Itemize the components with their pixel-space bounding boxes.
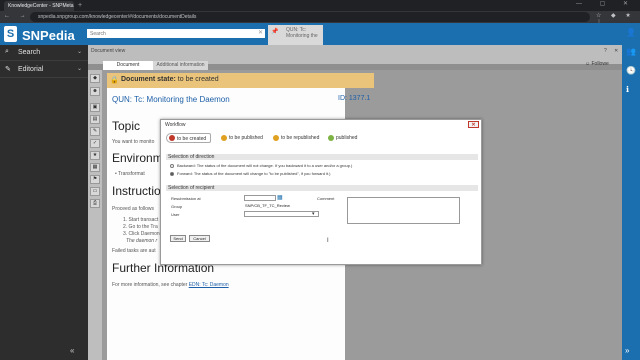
- logo-icon: S: [4, 26, 17, 42]
- paragraph-topic: You want to monito: [112, 139, 155, 145]
- info-icon[interactable]: ℹ: [626, 85, 629, 94]
- send-button[interactable]: Send: [170, 235, 186, 242]
- document-id: ID: 1377.1: [338, 95, 371, 102]
- browser-tab-bar: [0, 0, 640, 11]
- document-view-controls[interactable]: ? ✕: [604, 48, 621, 54]
- sidebar-item-label: Editorial: [18, 66, 44, 73]
- workflow-step-to-be-published: to be published: [229, 133, 263, 143]
- sidebar-item-editorial[interactable]: ✎ Editorial ⌄: [0, 62, 88, 78]
- pencil-icon: ✎: [5, 66, 11, 73]
- status-dot-icon: [273, 135, 279, 141]
- star-icon[interactable]: ★: [90, 151, 100, 160]
- backward-label: Backward: The status of the document wil…: [177, 163, 353, 168]
- sidebar-item-search[interactable]: ⌕ Search ⌄: [0, 45, 88, 61]
- status-dot-icon: [169, 135, 175, 141]
- right-rail: [622, 45, 640, 360]
- edit-icon[interactable]: ✎: [90, 127, 100, 136]
- sidebar: [0, 45, 88, 360]
- daemon-link[interactable]: EDN: Tc: Daemon: [189, 282, 229, 288]
- pin-icon[interactable]: 📌: [271, 28, 278, 35]
- group-label: Group: [171, 204, 183, 209]
- sidebar-item-label: Search: [18, 49, 41, 56]
- status-dot-icon: [328, 135, 334, 141]
- document-state-value: to be created: [177, 76, 219, 83]
- resubmission-label: Resubmission at: [171, 196, 201, 201]
- window-controls[interactable]: — ▢ ✕: [576, 0, 636, 7]
- follow-button[interactable]: ☺ Followe: [585, 61, 609, 67]
- chevron-down-icon: ⌄: [76, 49, 82, 55]
- mouse-cursor-icon: I: [327, 238, 329, 244]
- collapse-right-rail-icon[interactable]: »: [625, 346, 629, 355]
- tool-icon[interactable]: ▭: [90, 187, 100, 196]
- search-icon: ⌕: [5, 48, 9, 55]
- document-state-label: Document state:: [121, 76, 176, 83]
- url-field[interactable]: snpedia.snpgroup.com/knowledgecenter/#/d…: [30, 12, 590, 22]
- browser-tab[interactable]: KnowledgeCenter - SNPMeta X: [4, 1, 74, 11]
- document-tab-label: QUN: Tc: Monitoring the: [286, 27, 318, 39]
- heading-topic: Topic: [112, 119, 141, 133]
- radio-backward[interactable]: [170, 164, 174, 168]
- search-clear-icon[interactable]: ✕: [258, 29, 263, 36]
- radio-forward[interactable]: [170, 172, 174, 176]
- new-tab-button[interactable]: +: [78, 1, 82, 10]
- forward-label: Forward: The status of the document will…: [177, 171, 331, 176]
- tool-icon[interactable]: ▤: [90, 115, 100, 124]
- tool-icon[interactable]: ◆: [90, 74, 100, 83]
- print-icon[interactable]: ⎙: [90, 199, 100, 208]
- comment-label: Comment: [317, 196, 335, 201]
- step-label: to be created: [177, 136, 207, 142]
- workflow-step-published: published: [336, 133, 357, 143]
- step-label: to be republished: [281, 135, 320, 141]
- chevron-down-icon[interactable]: ▾: [312, 211, 315, 217]
- tool-icon[interactable]: ▣: [90, 103, 100, 112]
- check-icon[interactable]: ✓: [90, 139, 100, 148]
- status-dot-icon: [221, 135, 227, 141]
- list-item: 1. Start transact: [123, 217, 159, 223]
- paragraph-environment: • Transformat: [115, 171, 145, 177]
- document-title: QUN: Tc: Monitoring the Daemon: [112, 95, 230, 104]
- user-select[interactable]: [244, 211, 319, 217]
- user-label: User: [171, 212, 180, 217]
- tab-document[interactable]: Document: [103, 61, 153, 70]
- tool-column: [88, 70, 102, 360]
- dialog-title: Workflow: [165, 122, 186, 128]
- paragraph-further: For more information, see chapter EDN: T…: [112, 282, 229, 288]
- section-recipient-header: Selection of recipient: [166, 185, 478, 191]
- history-icon[interactable]: 🕓: [626, 66, 636, 75]
- chevron-down-icon: ⌄: [76, 66, 82, 72]
- workflow-step-to-be-republished: to be republished: [281, 133, 319, 143]
- section-direction-header: Selection of direction: [166, 154, 478, 160]
- cancel-button[interactable]: Cancel: [189, 235, 210, 242]
- tool-icon[interactable]: ☻: [90, 87, 100, 96]
- document-state-bar: Document state: to be created: [107, 73, 374, 88]
- tab-additional-information[interactable]: Additional information: [153, 61, 208, 70]
- comment-field[interactable]: [347, 197, 460, 224]
- user-icon[interactable]: 👤: [626, 28, 636, 37]
- step-label: published: [336, 135, 358, 141]
- paragraph-failed: Failed tasks are aut: [112, 248, 156, 254]
- close-icon[interactable]: ✕: [468, 121, 479, 128]
- tool-icon[interactable]: ▦: [90, 163, 100, 172]
- further-text: For more information, see chapter: [112, 282, 188, 288]
- list-item: 2. Go to the Tra: [123, 224, 158, 230]
- resubmission-date-field[interactable]: [244, 195, 276, 201]
- collapse-sidebar-icon[interactable]: «: [70, 346, 74, 355]
- list-item: 3. Click Daemon: [123, 231, 160, 237]
- step-label: to be published: [229, 135, 263, 141]
- flag-icon[interactable]: ⚑: [90, 175, 100, 184]
- list-item: The daemon r: [126, 238, 158, 244]
- app-logo-text: SNPedia: [22, 28, 75, 43]
- calendar-icon[interactable]: ▦: [277, 194, 283, 201]
- group-field[interactable]: SNP/CB_TF_TC_Review: [244, 203, 319, 209]
- document-view-title: Document view: [91, 48, 126, 54]
- users-icon[interactable]: 👥: [626, 47, 636, 56]
- paragraph-instruction: Proceed as follows: [112, 206, 154, 212]
- lock-icon: 🔒: [110, 77, 119, 84]
- search-input[interactable]: [87, 29, 265, 38]
